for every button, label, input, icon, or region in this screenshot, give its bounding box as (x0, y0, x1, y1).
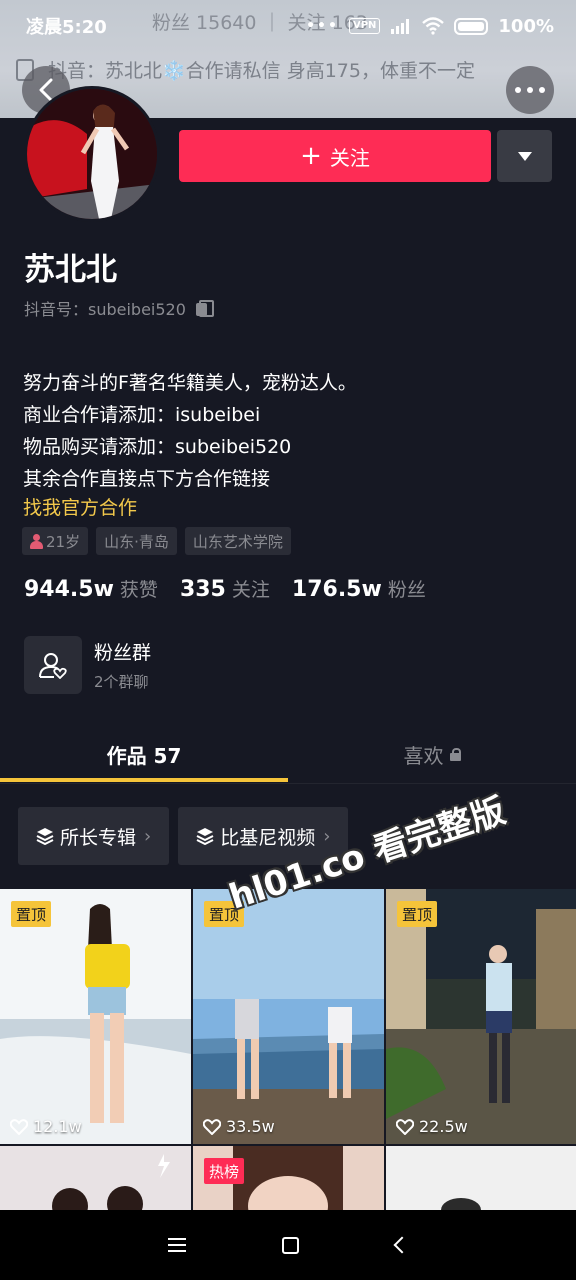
cover-notice-text: 抖音：苏北北❄️合作请私信 身高175，体重不一定 (48, 60, 475, 82)
signal-icon (391, 19, 410, 34)
layers-icon (196, 828, 214, 845)
group-chat-icon (24, 636, 82, 694)
battery-percent: 100% (498, 15, 554, 37)
following-stat[interactable]: 335 关注 (180, 575, 270, 602)
home-icon[interactable] (282, 1236, 300, 1254)
video-cover-image (193, 889, 384, 1144)
douyin-id: 抖音号：subeibei520 (24, 296, 214, 320)
fans-group-subtitle: 2个群聊 (94, 673, 149, 691)
video-likes: 12.1w (10, 1117, 82, 1136)
profile-name: 苏北北 (24, 252, 117, 288)
video-thumbnail[interactable]: 置顶 12.1w (0, 889, 191, 1144)
wifi-icon (422, 17, 445, 35)
video-cover-image (0, 889, 191, 1144)
age-tag: 21岁 (22, 527, 89, 555)
fans-label: 粉丝 (387, 579, 426, 601)
menu-icon[interactable] (168, 1238, 187, 1252)
heart-icon (203, 1118, 221, 1135)
content-tabs: 作品 57 喜欢 (0, 726, 576, 784)
video-likes-count: 22.5w (419, 1117, 468, 1136)
profile-stats: 944.5w 获赞 335 关注 176.5w 粉丝 (24, 575, 426, 602)
video-thumbnail[interactable]: 置顶 22.5w (386, 889, 576, 1144)
profile-bio: 努力奋斗的F著名华籍美人，宠粉达人。 商业合作请添加：isubeibei 物品购… (23, 367, 357, 521)
copy-icon[interactable] (195, 300, 214, 317)
chevron-right-icon: › (144, 825, 152, 847)
tab-likes[interactable]: 喜欢 (288, 726, 576, 782)
caret-down-icon (517, 151, 532, 161)
video-likes: 22.5w (396, 1117, 468, 1136)
more-dot-icon (527, 87, 533, 93)
more-options-button[interactable] (506, 66, 554, 114)
fans-group-title: 粉丝群 (94, 642, 152, 664)
pinned-badge: 置顶 (397, 901, 438, 927)
video-thumbnail[interactable]: 置顶 33.5w (193, 889, 384, 1144)
bio-line: 努力奋斗的F著名华籍美人，宠粉达人。 (23, 372, 357, 394)
school-tag: 山东艺术学院 (184, 527, 291, 555)
fans-count: 176.5w (291, 577, 382, 602)
lock-icon (449, 747, 461, 761)
person-icon (30, 533, 43, 549)
video-likes-count: 33.5w (226, 1117, 275, 1136)
recommend-dropdown-button[interactable] (497, 130, 552, 182)
fans-stat[interactable]: 176.5w 粉丝 (292, 575, 426, 602)
status-time: 凌晨5:20 (26, 17, 107, 38)
following-label: 关注 (231, 579, 270, 601)
pinned-badge: 置顶 (11, 901, 52, 927)
avatar[interactable] (24, 86, 160, 222)
video-thumbnail[interactable] (0, 1146, 191, 1210)
official-cooperation-link[interactable]: 找我官方合作 (23, 495, 357, 521)
video-thumbnail[interactable] (386, 1146, 576, 1210)
video-likes-count: 12.1w (33, 1117, 82, 1136)
layers-icon (36, 828, 54, 845)
video-cover-image (0, 1146, 191, 1210)
bio-line: 商业合作请添加：isubeibei (23, 404, 261, 426)
heart-icon (396, 1118, 414, 1135)
video-thumbnail[interactable]: 热榜 (193, 1146, 384, 1210)
bio-line: 其余合作直接点下方合作链接 (23, 468, 271, 490)
video-cover-image (386, 889, 576, 1144)
age-text: 21岁 (46, 532, 81, 551)
battery-icon (454, 17, 489, 35)
likes-label: 获赞 (119, 579, 158, 601)
trending-badge: 热榜 (204, 1158, 245, 1184)
heart-icon (10, 1118, 28, 1135)
tab-indicator (0, 778, 288, 782)
system-nav-bar (0, 1210, 576, 1280)
video-likes: 33.5w (203, 1117, 275, 1136)
collection-button[interactable]: 所长专辑 › (18, 807, 170, 865)
vpn-icon: VPN (348, 18, 381, 34)
fans-group-entry[interactable]: 粉丝群 2个群聊 (24, 636, 151, 694)
follow-label: 关注 (329, 145, 370, 170)
following-count: 335 (179, 577, 226, 602)
bio-line: 物品购买请添加：subeibei520 (23, 436, 292, 458)
more-dot-icon (539, 87, 545, 93)
cover-notice: 抖音：苏北北❄️合作请私信 身高175，体重不一定 (16, 56, 576, 88)
location-tag: 山东·青岛 (96, 527, 177, 555)
status-bar: 凌晨5:20 ••• VPN 100% (0, 0, 576, 52)
likes-stat[interactable]: 944.5w 获赞 (24, 575, 158, 602)
douyin-id-text: 抖音号：subeibei520 (24, 300, 186, 319)
tab-works[interactable]: 作品 57 (0, 726, 288, 782)
likes-count: 944.5w (24, 577, 114, 602)
notification-dots-icon: ••• (306, 18, 339, 34)
video-cover-image (386, 1146, 576, 1210)
tab-likes-label: 喜欢 (403, 743, 444, 768)
collection-label: 所长专辑 (60, 826, 137, 849)
plus-icon: + (300, 141, 322, 171)
profile-tags: 21岁 山东·青岛 山东艺术学院 (22, 527, 291, 555)
back-icon[interactable] (393, 1236, 411, 1254)
follow-button[interactable]: + 关注 (179, 130, 491, 182)
more-dot-icon (515, 87, 521, 93)
avatar-image (27, 89, 157, 219)
